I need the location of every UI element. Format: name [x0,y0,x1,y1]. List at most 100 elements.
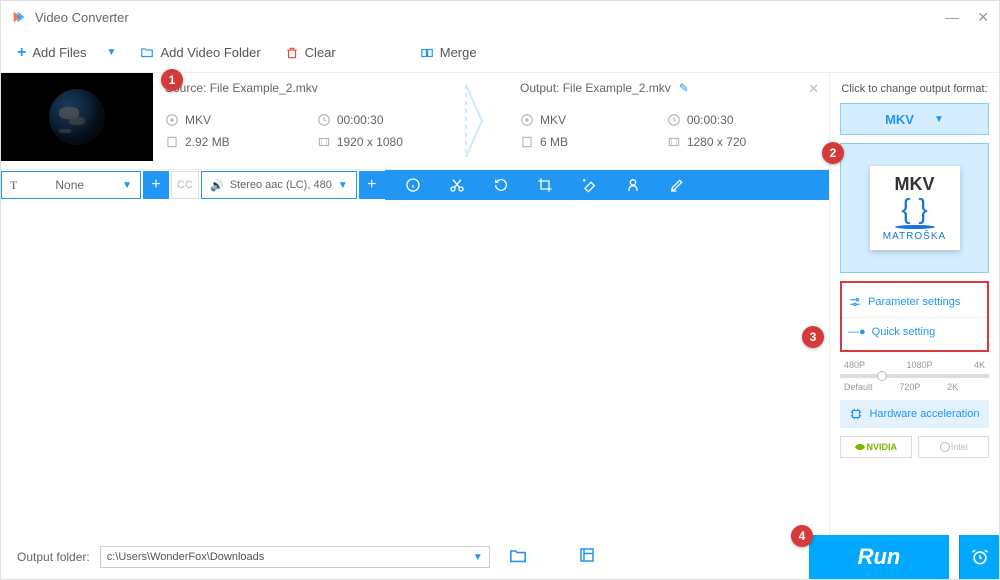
info-icon[interactable] [405,177,421,193]
add-folder-label: Add Video Folder [160,45,260,60]
source-format: MKV [165,113,289,127]
app-window: Video Converter — ✕ + Add Files ▼ Add Vi… [0,0,1000,580]
chevron-down-icon: ▼ [473,552,483,563]
earth-thumbnail-image [49,89,105,145]
format-value: MKV [885,112,914,127]
folder-path-value: c:\Users\WonderFox\Downloads [107,551,265,563]
browse-folder-icon[interactable] [508,547,528,568]
add-subtitle-button[interactable]: + [143,171,169,199]
output-resolution: 1280 x 720 [667,135,817,149]
format-select[interactable]: MKV ▼ [840,103,989,135]
param-settings-label: Parameter settings [868,296,960,308]
chevron-down-icon: ▼ [934,114,944,125]
merge-button[interactable]: Merge [420,45,477,60]
footer: Output folder: c:\Users\WonderFox\Downlo… [1,535,999,579]
output-format: MKV [520,113,639,127]
gpu-row: NVIDIA Intel [840,436,989,458]
nvidia-icon [854,442,866,452]
intel-badge[interactable]: Intel [918,436,990,458]
action-bar: T None ▼ + CC 🔊 Stereo aac (LC), 480 ▼ + [1,170,829,200]
quality-slider[interactable]: 480P 1080P 4K Default 720P 2K [840,360,989,392]
alarm-icon [970,547,990,567]
text-icon: T [10,178,17,193]
audio-value: Stereo aac (LC), 480 [230,179,332,191]
toolbar: + Add Files ▼ Add Video Folder Clear Mer… [1,33,999,73]
merge-icon [420,46,434,60]
add-files-dropdown-icon[interactable]: ▼ [107,47,117,58]
run-button[interactable]: Run [809,535,949,579]
trash-icon [285,46,299,60]
hardware-accel-button[interactable]: Hardware acceleration [840,400,989,428]
minimize-button[interactable]: — [945,9,959,26]
clear-button[interactable]: Clear [285,45,336,60]
annotation-2: 2 [822,142,844,164]
parameter-settings-button[interactable]: Parameter settings [842,287,987,317]
settings-box: Parameter settings —● Quick setting [840,281,989,352]
action-left: T None ▼ + CC 🔊 Stereo aac (LC), 480 ▼ + [1,170,385,200]
edit-tools [385,177,829,193]
close-button[interactable]: ✕ [977,9,989,26]
merge-label: Merge [440,45,477,60]
cut-icon[interactable] [449,177,465,193]
cc-button[interactable]: CC [171,171,199,199]
mkv-logo: MKV { } MATROŠKA [870,166,960,250]
folder-icon [140,46,154,60]
video-thumbnail[interactable] [1,73,153,161]
chip-icon [849,407,863,421]
subtitle-value: None [55,178,84,192]
file-icon [165,135,179,149]
effects-icon[interactable] [581,177,597,193]
chevron-down-icon: ▼ [338,180,348,191]
dot-icon: —● [848,326,866,338]
annotation-3: 3 [802,326,824,348]
format-icon [165,113,179,127]
output-size: 6 MB [520,135,639,149]
arrow-right-icon [462,81,490,161]
remove-file-icon[interactable]: ✕ [808,81,819,97]
file-info: Source: File Example_2.mkv MKV 00:00:30 … [153,73,829,169]
rotate-icon[interactable] [493,177,509,193]
sliders-icon [848,295,862,309]
clock-icon [317,113,331,127]
format-tile[interactable]: MKV { } MATROŠKA [840,143,989,273]
clock-icon [667,113,681,127]
annotation-1: 1 [161,69,183,91]
add-audio-button[interactable]: + [359,171,385,199]
clear-label: Clear [305,45,336,60]
watermark-icon[interactable] [625,177,641,193]
quick-setting-button[interactable]: —● Quick setting [842,317,987,346]
intel-icon [939,441,951,453]
nvidia-badge[interactable]: NVIDIA [840,436,912,458]
main-area: Source: File Example_2.mkv MKV 00:00:30 … [1,73,999,535]
app-logo-icon [11,9,27,25]
slider-handle[interactable] [877,371,887,381]
source-resolution: 1920 x 1080 [317,135,462,149]
subtitle-select[interactable]: T None ▼ [1,171,141,199]
empty-area [1,200,829,535]
output-options-icon[interactable] [578,546,596,569]
window-controls: — ✕ [945,9,989,26]
output-label: Output: File Example_2.mkv ✎ [520,81,817,95]
file-icon [520,135,534,149]
file-row: Source: File Example_2.mkv MKV 00:00:30 … [1,73,829,170]
output-duration: 00:00:30 [667,113,817,127]
format-hint-label: Click to change output format: [840,83,989,95]
add-folder-button[interactable]: Add Video Folder [140,45,260,60]
source-size: 2.92 MB [165,135,289,149]
speaker-icon: 🔊 [210,179,224,192]
resolution-icon [667,135,681,149]
braces-icon: { } [870,195,960,223]
edit-output-icon[interactable]: ✎ [679,81,689,95]
crop-icon[interactable] [537,177,553,193]
hw-accel-label: Hardware acceleration [869,408,979,420]
edit-icon[interactable] [669,177,685,193]
output-folder-input[interactable]: c:\Users\WonderFox\Downloads ▼ [100,546,490,568]
resolution-icon [317,135,331,149]
output-info: Output: File Example_2.mkv ✎ MKV 00:00:3… [490,81,817,161]
add-files-label: Add Files [32,45,86,60]
source-duration: 00:00:30 [317,113,462,127]
chevron-down-icon: ▼ [122,180,132,191]
add-files-button[interactable]: + Add Files [17,44,87,62]
schedule-button[interactable] [959,535,999,579]
audio-select[interactable]: 🔊 Stereo aac (LC), 480 ▼ [201,171,357,199]
